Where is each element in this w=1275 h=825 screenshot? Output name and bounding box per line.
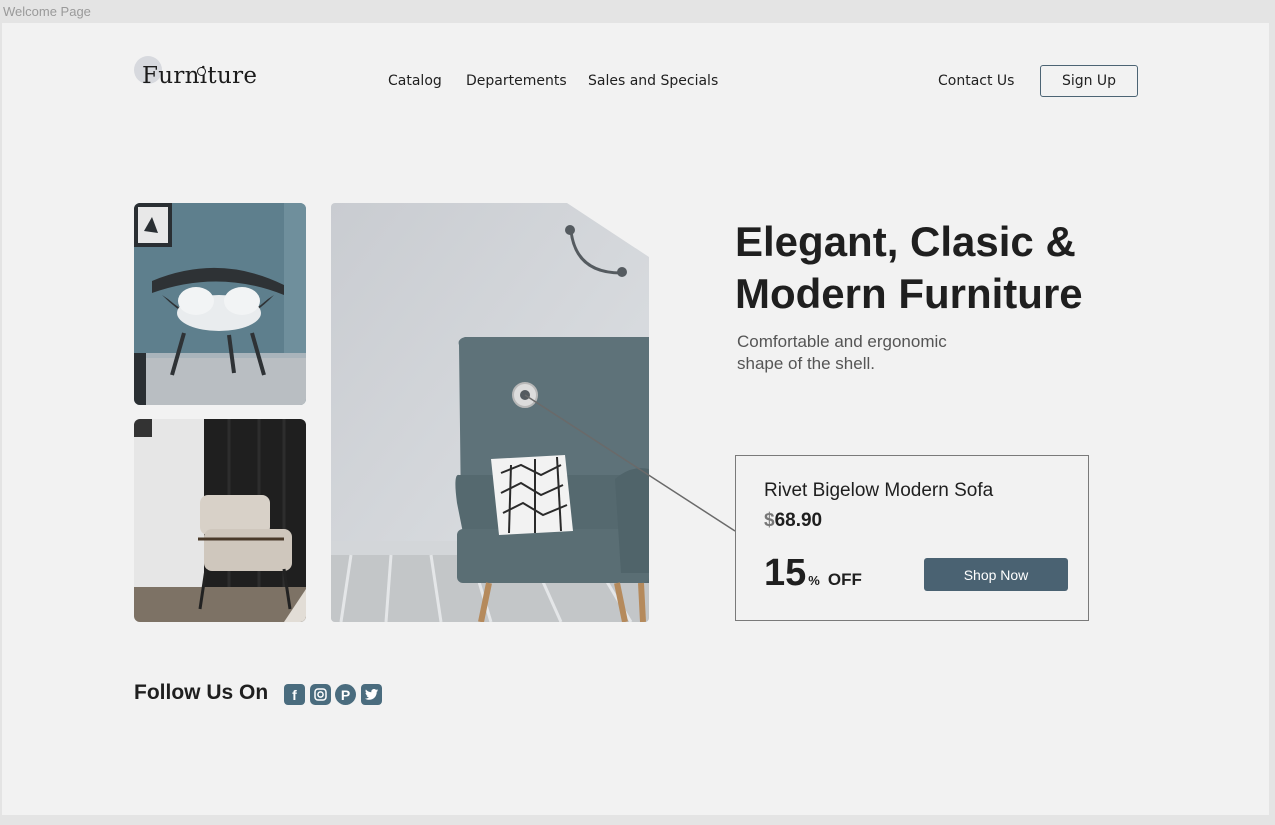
shop-now-button[interactable]: Shop Now bbox=[924, 558, 1068, 591]
instagram-icon[interactable] bbox=[310, 684, 331, 705]
price-currency: $ bbox=[764, 510, 775, 531]
discount-label: OFF bbox=[827, 570, 862, 589]
logo-ring-mark bbox=[197, 67, 206, 76]
armchair-image bbox=[134, 419, 306, 622]
pinterest-icon[interactable]: P bbox=[335, 684, 356, 705]
twitter-icon[interactable] bbox=[361, 684, 382, 705]
discount-badge: 15% OFF bbox=[764, 552, 862, 595]
price-value: 68.90 bbox=[774, 510, 823, 531]
follow-us-label: Follow Us On bbox=[134, 681, 269, 704]
facebook-icon[interactable]: f bbox=[284, 684, 305, 705]
subtitle-line-2: shape of the shell. bbox=[737, 354, 875, 373]
nav-link-contact[interactable]: Contact Us bbox=[938, 73, 1014, 89]
product-name: Rivet Bigelow Modern Sofa bbox=[764, 480, 994, 501]
nav-link-catalog[interactable]: Catalog bbox=[388, 73, 442, 89]
grey-armchair-image bbox=[331, 203, 649, 622]
hero-subtitle: Comfortable and ergonomic shape of the s… bbox=[737, 331, 1017, 375]
welcome-page: Furniture Catalog Departements Sales and… bbox=[2, 23, 1269, 815]
window-title: Welcome Page bbox=[3, 4, 91, 19]
product-price: $68.90 bbox=[764, 510, 822, 532]
headline-line-2: Modern Furniture bbox=[735, 270, 1083, 317]
product-card: Rivet Bigelow Modern Sofa $68.90 15% OFF … bbox=[735, 455, 1089, 621]
thumbnail-lounge-chair[interactable] bbox=[134, 203, 306, 405]
lounge-chair-image bbox=[134, 203, 306, 405]
headline-line-1: Elegant, Clasic & bbox=[735, 218, 1076, 265]
sign-up-button[interactable]: Sign Up bbox=[1040, 65, 1138, 97]
brand-logo[interactable]: Furniture bbox=[134, 55, 257, 95]
discount-unit: % bbox=[808, 573, 820, 588]
discount-value: 15 bbox=[764, 552, 807, 594]
hero-headline: Elegant, Clasic & Modern Furniture bbox=[735, 216, 1155, 320]
subtitle-line-1: Comfortable and ergonomic bbox=[737, 332, 947, 351]
thumbnail-armchair[interactable] bbox=[134, 419, 306, 622]
nav-link-sales[interactable]: Sales and Specials bbox=[588, 73, 718, 89]
nav-link-departements[interactable]: Departements bbox=[466, 73, 567, 89]
hero-product-image[interactable] bbox=[331, 203, 649, 622]
